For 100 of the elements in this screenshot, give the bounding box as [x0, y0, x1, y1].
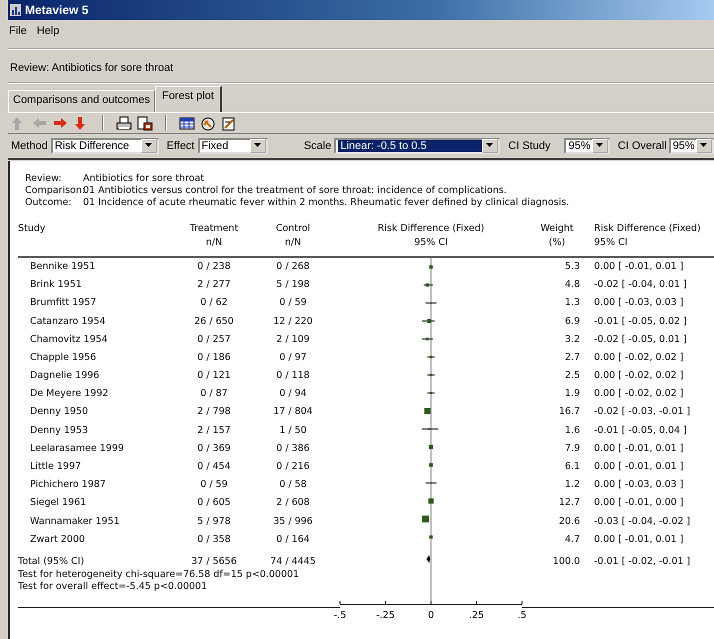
- table-cell-text: 2 / 608: [275, 496, 311, 510]
- table-cell-text: 74 / 4445: [269, 555, 317, 570]
- table-cell-text: Chapple 1956: [30, 350, 98, 365]
- dropdown[interactable]: 95%: [564, 138, 610, 154]
- table-cell-text: 0 / 58: [278, 478, 308, 492]
- table-cell-text: 0 / 186: [196, 350, 232, 365]
- dropdown[interactable]: 95%: [668, 138, 714, 154]
- table-cell-text: Brink 1951: [30, 278, 83, 292]
- axis-tick-label: .5: [517, 610, 527, 621]
- table-cell-text: 0.00 [ -0.01, 0.01 ]: [593, 260, 684, 274]
- table-cell-text: 37 / 5656: [190, 555, 238, 570]
- axis-tick-label: -.25: [376, 610, 395, 621]
- confidence-interval-marker: [423, 283, 434, 287]
- menu-item[interactable]: Help: [36, 25, 60, 37]
- table-cell-text: 5.3: [564, 260, 580, 274]
- table-cell-text: 6.9: [564, 314, 580, 329]
- table-cell-text: 0 / 268: [275, 260, 311, 274]
- confidence-interval-marker: [424, 408, 430, 414]
- printer-button[interactable]: [115, 114, 133, 132]
- tab[interactable]: Comparisons and outcomes: [8, 90, 155, 112]
- table-cell-text: 0 / 386: [275, 442, 311, 456]
- table-cell-text: 0 / 97: [278, 350, 308, 365]
- table-cell-text: 0.00 [ -0.03, 0.03 ]: [593, 478, 684, 492]
- table-cell-text: Siegel 1961: [30, 496, 88, 510]
- table-cell-text: 0.00 [ -0.01, 0.01 ]: [593, 442, 684, 456]
- table-cell-text: Leelarasamee 1999: [30, 442, 125, 456]
- field-label: Method: [11, 140, 48, 152]
- printer-icon: [116, 116, 132, 130]
- table-cell-text: 0.00 [ -0.02, 0.02 ]: [593, 350, 684, 365]
- review-title: Review: Antibiotics for sore throat: [10, 62, 174, 74]
- table-cell-text: Little 1997: [30, 460, 82, 474]
- confidence-interval-marker: [428, 463, 434, 467]
- info-text: 01 Antibiotics versus control for the treatment of sore throat: incidence of complications.: [83, 185, 508, 196]
- column-header: Risk Difference (Fixed) 95% CI: [328, 222, 534, 258]
- total-diamond: [426, 555, 430, 563]
- field-label: CI Study: [508, 140, 550, 152]
- table-cell-text: -0.01 [ -0.02, -0.01 ]: [593, 555, 692, 570]
- table-cell-text: 2.5: [564, 369, 580, 384]
- table-cell-text: 0 / 121: [196, 369, 232, 384]
- confidence-interval-marker: [421, 428, 439, 430]
- table-cell-text: 1.3: [564, 296, 580, 310]
- table-cell-text: De Meyere 1992: [30, 387, 110, 402]
- confidence-interval-marker: [428, 265, 434, 269]
- table-cell-text: 5 / 978: [196, 514, 232, 528]
- table-cell-text: 0 / 164: [275, 532, 311, 547]
- confidence-interval-marker: [428, 535, 434, 539]
- column-header: Weight (%): [534, 222, 580, 258]
- field-label: Scale: [304, 140, 332, 152]
- dropdown[interactable]: Fixed: [198, 138, 268, 154]
- table-cell-text: 12.7: [558, 496, 580, 510]
- axis-tick-label: 0: [428, 610, 434, 621]
- confidence-interval-marker: [426, 392, 436, 394]
- table-cell-text: 1.2: [564, 478, 580, 492]
- confidence-interval-marker: [422, 516, 429, 522]
- info-text: 01 Incidence of acute rheumatic fever within 2 months. Rheumatic fever defined by clinical diagnosis.: [83, 197, 570, 208]
- table-cell-text: 100.0: [552, 555, 580, 570]
- table-cell-text: Catanzaro 1954: [30, 314, 107, 329]
- column-header: Study: [18, 222, 170, 258]
- table-cell-text: 0.00 [ -0.01, 0.01 ]: [593, 532, 684, 547]
- dropdown[interactable]: Linear: -0.5 to 0.5: [334, 138, 500, 154]
- table-cell-text: 4.8: [564, 278, 580, 292]
- tab[interactable]: Forest plot: [154, 86, 222, 112]
- table-cell-text: -0.01 [ -0.05, 0.02 ]: [593, 314, 688, 329]
- table-cell-text: 2.7: [564, 350, 580, 365]
- table-cell-text: 0.00 [ -0.03, 0.03 ]: [593, 296, 684, 310]
- table-cell-text: 0.00 [ -0.01, 0.00 ]: [593, 496, 684, 510]
- right-arrow-icon: [53, 116, 69, 130]
- column-header: Control n/N: [258, 222, 328, 258]
- table-cell-text: 1 / 50: [278, 424, 308, 438]
- table-cell-text: 0 / 216: [275, 460, 311, 474]
- dropdown[interactable]: Risk Difference: [50, 138, 159, 154]
- info-label: Review:: [25, 173, 63, 184]
- table-cell-text: 0 / 257: [196, 332, 232, 347]
- table-cell-text: 1.6: [564, 424, 580, 438]
- table-cell-text: -0.02 [ -0.05, 0.01 ]: [593, 332, 688, 347]
- axis-tick-label: -.5: [334, 610, 346, 621]
- print-preview-button[interactable]: [136, 114, 154, 132]
- table-cell-text: 0 / 94: [278, 387, 308, 402]
- column-header: Risk Difference (Fixed) 95% CI: [580, 222, 714, 258]
- table-cell-text: 5 / 198: [275, 278, 311, 292]
- confidence-interval-marker: [428, 498, 434, 504]
- table-cell-text: 35 / 996: [272, 514, 314, 528]
- table-cell-text: 4.7: [564, 532, 580, 547]
- confidence-interval-marker: [421, 319, 436, 323]
- left-arrow-icon: [32, 116, 48, 130]
- info-text: Antibiotics for sore throat: [83, 173, 206, 184]
- table-cell-text: 16.7: [558, 405, 580, 420]
- table-cell-text: 0 / 62: [199, 296, 229, 310]
- table-cell-text: Zwart 2000: [30, 532, 86, 547]
- table-cell-text: 0 / 118: [275, 369, 311, 384]
- test-statistic: Test for overall effect=-5.45 p<0.00001: [18, 581, 208, 594]
- table-cell-text: -0.02 [ -0.03, -0.01 ]: [593, 405, 692, 420]
- table-cell-text: 0 / 87: [199, 387, 229, 402]
- table-cell-text: -0.02 [ -0.04, 0.01 ]: [593, 278, 688, 292]
- table-cell-text: 0 / 605: [196, 496, 232, 510]
- menu-item[interactable]: File: [9, 25, 27, 37]
- field-label: Effect: [166, 140, 194, 152]
- window-title: Metaview 5: [25, 3, 88, 17]
- table-cell-text: 6.1: [564, 460, 580, 474]
- table-cell-text: 20.6: [558, 514, 580, 528]
